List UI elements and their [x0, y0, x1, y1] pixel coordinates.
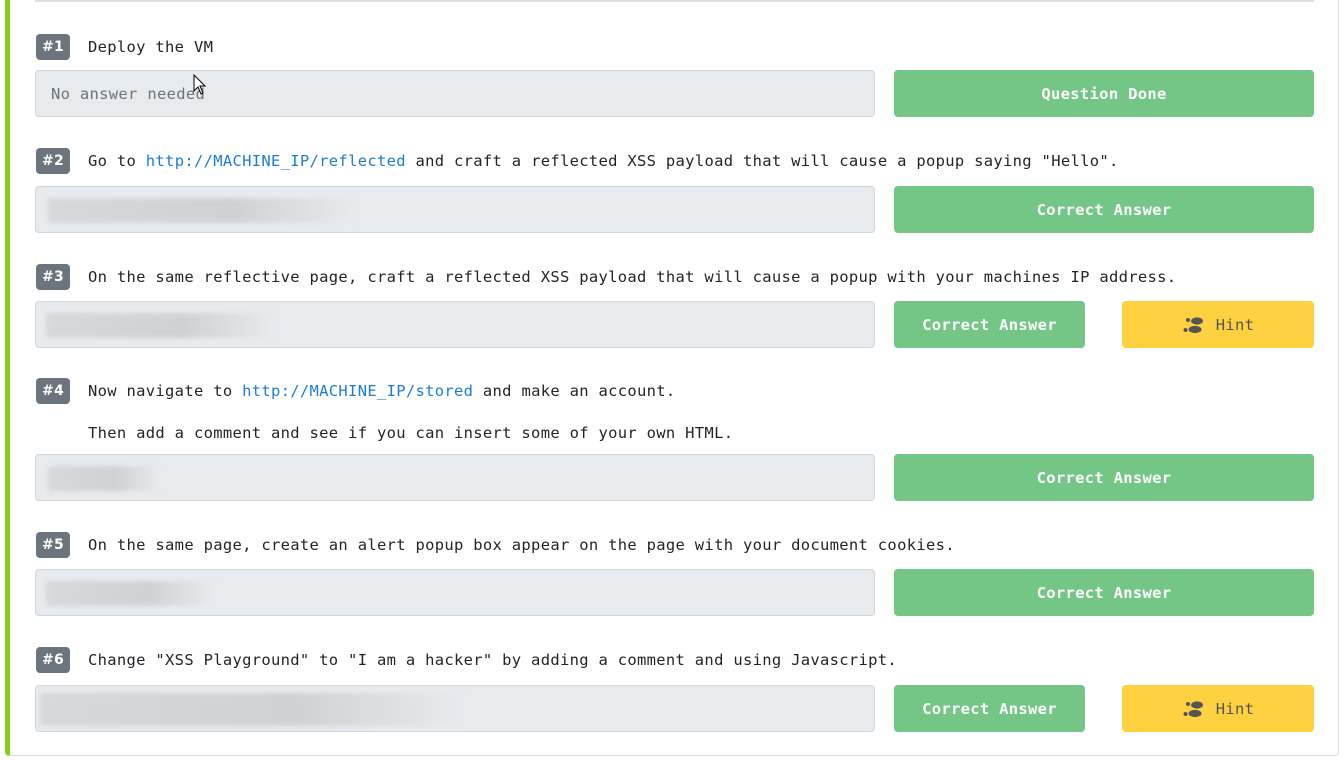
- correct-answer-button[interactable]: Correct Answer: [894, 454, 1314, 501]
- question-text: Now navigate to: [88, 382, 243, 400]
- correct-answer-button[interactable]: Correct Answer: [894, 301, 1085, 348]
- correct-answer-button[interactable]: Correct Answer: [894, 685, 1085, 732]
- redacted-answer: [46, 313, 276, 338]
- mouse-cursor-icon: [193, 74, 207, 95]
- answer-value: No answer needed: [51, 84, 206, 103]
- divider: [35, 0, 1314, 2]
- question-2: #2 Go to http://MACHINE_IP/reflected and…: [36, 148, 1119, 174]
- hint-label: Hint: [1215, 315, 1255, 334]
- question-text: Deploy the VM: [88, 38, 214, 56]
- answer-field-2[interactable]: [35, 186, 875, 233]
- hint-button[interactable]: Hint: [1122, 301, 1314, 348]
- question-5: #5 On the same page, create an alert pop…: [36, 532, 955, 558]
- question-text: Change "XSS Playground" to "I am a hacke…: [88, 651, 898, 669]
- question-number-badge: #6: [36, 647, 70, 673]
- answer-field-1[interactable]: No answer needed: [35, 70, 875, 117]
- answer-field-5[interactable]: [35, 569, 875, 616]
- question-6: #6 Change "XSS Playground" to "I am a ha…: [36, 647, 897, 673]
- question-text: Go to: [88, 152, 146, 170]
- redacted-answer: [48, 198, 358, 223]
- footprints-icon: [1183, 316, 1203, 333]
- question-text: On the same page, create an alert popup …: [88, 536, 955, 554]
- redacted-answer: [40, 693, 465, 726]
- answer-field-6[interactable]: [35, 685, 875, 732]
- question-text: On the same reflective page, craft a ref…: [88, 268, 1177, 286]
- question-number-badge: #4: [36, 378, 70, 404]
- question-text-line2: Then add a comment and see if you can in…: [88, 424, 734, 442]
- answer-field-3[interactable]: [35, 301, 875, 348]
- question-text: and make an account.: [473, 382, 676, 400]
- correct-answer-button[interactable]: Correct Answer: [894, 569, 1314, 616]
- footprints-icon: [1183, 700, 1203, 717]
- reflected-link[interactable]: http://MACHINE_IP/reflected: [146, 152, 406, 170]
- question-3: #3 On the same reflective page, craft a …: [36, 264, 1176, 290]
- question-number-badge: #5: [36, 532, 70, 558]
- answer-field-4[interactable]: [35, 454, 875, 501]
- question-number-badge: #1: [36, 34, 70, 60]
- question-number-badge: #2: [36, 148, 70, 174]
- correct-answer-button[interactable]: Correct Answer: [894, 186, 1314, 233]
- question-text: and craft a reflected XSS payload that w…: [405, 152, 1119, 170]
- question-1: #1 Deploy the VM: [36, 34, 213, 60]
- redacted-answer: [48, 466, 160, 491]
- hint-label: Hint: [1215, 699, 1255, 718]
- question-number-badge: #3: [36, 264, 70, 290]
- question-done-button[interactable]: Question Done: [894, 70, 1314, 117]
- question-4: #4 Now navigate to http://MACHINE_IP/sto…: [36, 378, 676, 404]
- redacted-answer: [46, 581, 216, 606]
- hint-button[interactable]: Hint: [1122, 685, 1314, 732]
- stored-link[interactable]: http://MACHINE_IP/stored: [242, 382, 473, 400]
